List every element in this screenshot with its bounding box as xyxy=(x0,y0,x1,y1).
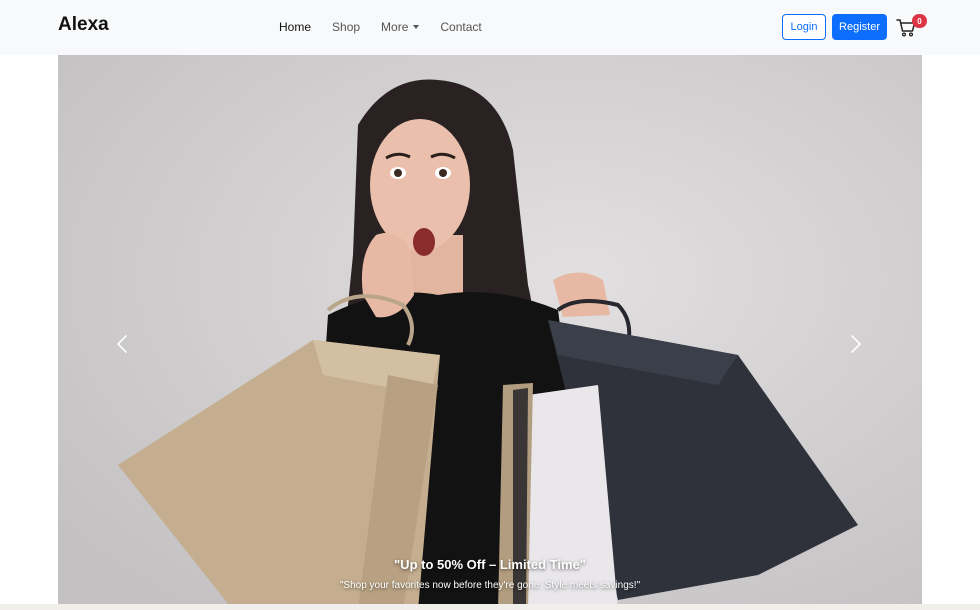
nav-link-contact[interactable]: Contact xyxy=(440,20,481,34)
carousel-prev-icon[interactable] xyxy=(112,333,134,355)
nav-link-shop[interactable]: Shop xyxy=(332,20,360,34)
brand-logo[interactable]: Alexa xyxy=(58,14,109,36)
login-button[interactable]: Login xyxy=(782,14,826,40)
nav-link-more-dropdown[interactable]: More xyxy=(381,20,420,34)
nav-link-more-label: More xyxy=(381,20,409,34)
next-section-edge xyxy=(0,604,980,610)
slide-image xyxy=(58,55,922,610)
nav-links: Home Shop More Contact xyxy=(279,20,503,34)
hero-carousel: "Up to 50% Off – Limited Time" "Shop you… xyxy=(58,55,922,610)
register-button[interactable]: Register xyxy=(832,14,887,40)
navbar: Alexa Home Shop More Contact Login Regis… xyxy=(0,0,980,55)
carousel-next-icon[interactable] xyxy=(844,333,866,355)
caret-down-icon xyxy=(413,25,420,29)
slide-caption-title: "Up to 50% Off – Limited Time" xyxy=(394,557,586,572)
slide-caption-text: "Shop your favorites now before they're … xyxy=(339,580,641,591)
nav-link-home[interactable]: Home xyxy=(279,20,311,34)
cart-count-badge: 0 xyxy=(912,14,927,28)
